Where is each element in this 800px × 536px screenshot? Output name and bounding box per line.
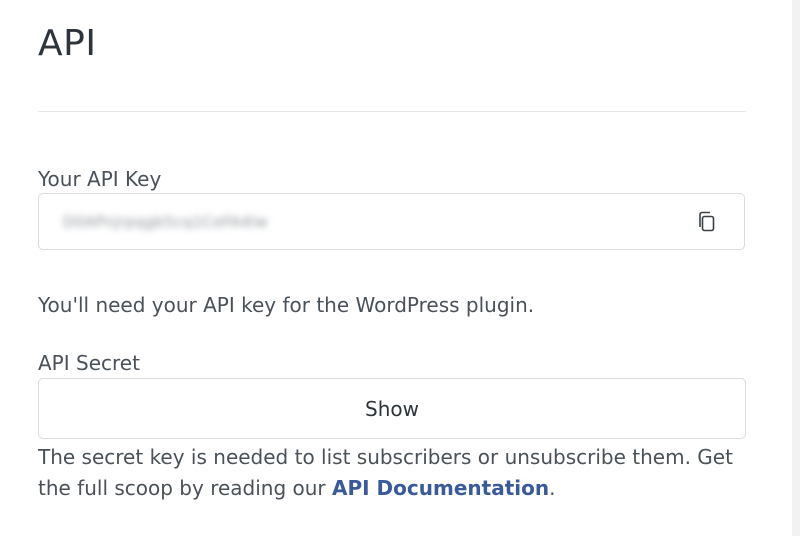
api-key-field[interactable]: D0APnjrpqgb5cq1CeFA4lw: [38, 193, 745, 250]
api-key-label: Your API Key: [38, 167, 162, 191]
page-title: API: [38, 23, 97, 64]
api-documentation-link[interactable]: API Documentation: [332, 476, 549, 500]
copy-icon[interactable]: [694, 209, 720, 235]
divider: [38, 111, 746, 112]
api-key-value[interactable]: D0APnjrpqgb5cq1CeFA4lw: [63, 210, 268, 234]
scrollbar-track[interactable]: [792, 0, 800, 536]
api-settings-page: API Your API Key D0APnjrpqgb5cq1CeFA4lw …: [0, 0, 800, 536]
api-secret-help-text: The secret key is needed to list subscri…: [38, 442, 768, 504]
api-secret-label: API Secret: [38, 351, 140, 375]
api-secret-help-after: .: [549, 476, 556, 500]
show-secret-button[interactable]: Show: [38, 378, 746, 439]
api-key-help-text: You'll need your API key for the WordPre…: [38, 293, 535, 317]
